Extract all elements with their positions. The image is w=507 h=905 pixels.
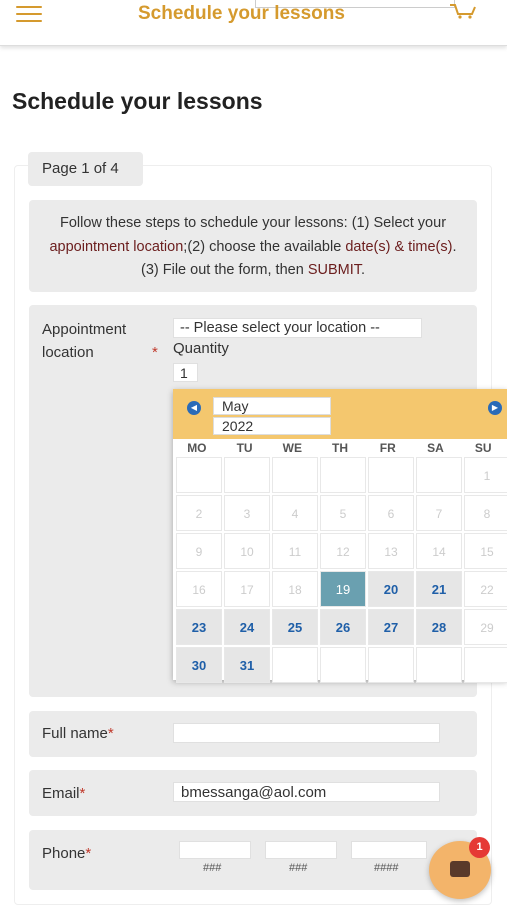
calendar-empty-cell	[416, 457, 462, 493]
quantity-label: Quantity	[173, 340, 229, 357]
calendar-day: 8	[464, 495, 507, 531]
instructions-text: Follow these steps to schedule your less…	[59, 215, 447, 231]
calendar-day[interactable]: 25	[272, 609, 318, 645]
phone-prefix-input[interactable]	[265, 841, 337, 859]
phone-area-hint: ###	[203, 862, 222, 874]
weekday-label: WE	[282, 441, 302, 455]
calendar-empty-cell	[416, 647, 462, 683]
instructions-highlight-submit: SUBMIT	[307, 262, 361, 278]
calendar-day[interactable]: 20	[368, 571, 414, 607]
instructions-highlight-dates: date(s) & time(s)	[345, 238, 453, 255]
calendar-day[interactable]: 30	[176, 647, 222, 683]
calendar-day[interactable]: 24	[224, 609, 270, 645]
calendar-day: 10	[224, 533, 270, 569]
calendar-day: 3	[224, 495, 270, 531]
calendar-empty-cell	[272, 647, 318, 683]
calendar-day[interactable]: 21	[416, 571, 462, 607]
date-picker: ◀ May 2022 ▶ MO TU WE TH FR SA SU 1 2 3 4 5 6 7 8 9 10 1…	[173, 389, 507, 683]
phone-row	[29, 830, 477, 890]
calendar-day[interactable]: 31	[224, 647, 270, 683]
calendar-day: 15	[464, 533, 507, 569]
calendar-day[interactable]: 19	[320, 571, 366, 607]
weekday-label: MO	[187, 441, 207, 455]
weekday-label: SU	[474, 441, 492, 455]
calendar-empty-cell	[320, 647, 366, 683]
calendar-grid: 1 2 3 4 5 6 7 8 9 10 11 12 13 14 15 16 17 18 19 20 21 22 23 24 2…	[176, 457, 507, 683]
month-select[interactable]: May	[213, 397, 331, 415]
phone-label-text: Phone	[42, 845, 86, 862]
calendar-empty-cell	[464, 647, 507, 683]
calendar-day: 14	[416, 533, 462, 569]
phone-line-hint: ####	[374, 862, 399, 874]
instructions-text: ;(2) choose the available	[183, 238, 346, 255]
quantity-input[interactable]: 1	[173, 363, 198, 382]
next-month-icon[interactable]: ▶	[488, 401, 502, 415]
chat-notification-badge: 1	[469, 837, 490, 858]
menu-icon[interactable]	[16, 6, 42, 24]
weekday-label: TH	[332, 441, 349, 455]
required-mark: *	[152, 344, 158, 361]
year-select[interactable]: 2022	[213, 417, 331, 435]
phone-area-input[interactable]	[179, 841, 251, 859]
calendar-day: 4	[272, 495, 318, 531]
calendar-header: ◀ May 2022 ▶	[173, 389, 507, 439]
calendar-day[interactable]: 27	[368, 609, 414, 645]
calendar-day: 29	[464, 609, 507, 645]
calendar-day: 13	[368, 533, 414, 569]
prev-month-icon[interactable]: ◀	[187, 401, 201, 415]
calendar-day[interactable]: 28	[416, 609, 462, 645]
calendar-day[interactable]: 23	[176, 609, 222, 645]
email-label: Email*	[42, 782, 85, 805]
instructions-box: Follow these steps to schedule your less…	[29, 200, 477, 292]
full-name-label-text: Full name	[42, 725, 108, 742]
calendar-empty-cell	[272, 457, 318, 493]
calendar-empty-cell	[368, 647, 414, 683]
calendar-empty-cell	[368, 457, 414, 493]
required-mark: *	[79, 785, 86, 802]
email-label-text: Email	[42, 785, 80, 802]
weekday-label: SA	[427, 441, 444, 455]
calendar-day: 6	[368, 495, 414, 531]
calendar-day: 17	[224, 571, 270, 607]
header-title: Schedule your lessons	[138, 3, 345, 24]
chat-icon	[450, 861, 470, 877]
phone-label: Phone*	[42, 842, 91, 865]
calendar-day: 11	[272, 533, 318, 569]
calendar-day: 16	[176, 571, 222, 607]
calendar-day: 7	[416, 495, 462, 531]
weekday-label: FR	[379, 441, 396, 455]
full-name-label: Full name*	[42, 722, 114, 745]
calendar-day: 2	[176, 495, 222, 531]
calendar-day[interactable]: 26	[320, 609, 366, 645]
calendar-empty-cell	[320, 457, 366, 493]
instructions-text: .	[360, 262, 366, 278]
calendar-day: 1	[464, 457, 507, 493]
calendar-empty-cell	[224, 457, 270, 493]
email-input[interactable]: bmessanga@aol.com	[173, 782, 440, 802]
required-mark: *	[107, 725, 114, 742]
page-indicator: Page 1 of 4	[28, 152, 143, 186]
phone-line-input[interactable]	[351, 841, 427, 859]
calendar-day: 18	[272, 571, 318, 607]
page-title: Schedule your lessons	[12, 88, 263, 114]
appointment-location-label-text: Appointment location	[42, 321, 127, 361]
full-name-input[interactable]	[173, 723, 440, 743]
calendar-day: 22	[464, 571, 507, 607]
instructions-highlight-location: appointment location	[49, 238, 184, 255]
required-mark: *	[85, 845, 92, 862]
top-bar: Schedule your lessons	[0, 0, 507, 46]
appointment-location-label: Appointment location *	[42, 318, 158, 364]
calendar-day: 5	[320, 495, 366, 531]
phone-prefix-hint: ###	[289, 862, 308, 874]
location-select[interactable]: -- Please select your location --	[173, 318, 422, 338]
calendar-day: 9	[176, 533, 222, 569]
calendar-day: 12	[320, 533, 366, 569]
calendar-empty-cell	[176, 457, 222, 493]
weekday-header: MO TU WE TH FR SA SU	[173, 439, 507, 457]
cart-icon[interactable]	[448, 2, 478, 20]
weekday-label: TU	[236, 441, 253, 455]
